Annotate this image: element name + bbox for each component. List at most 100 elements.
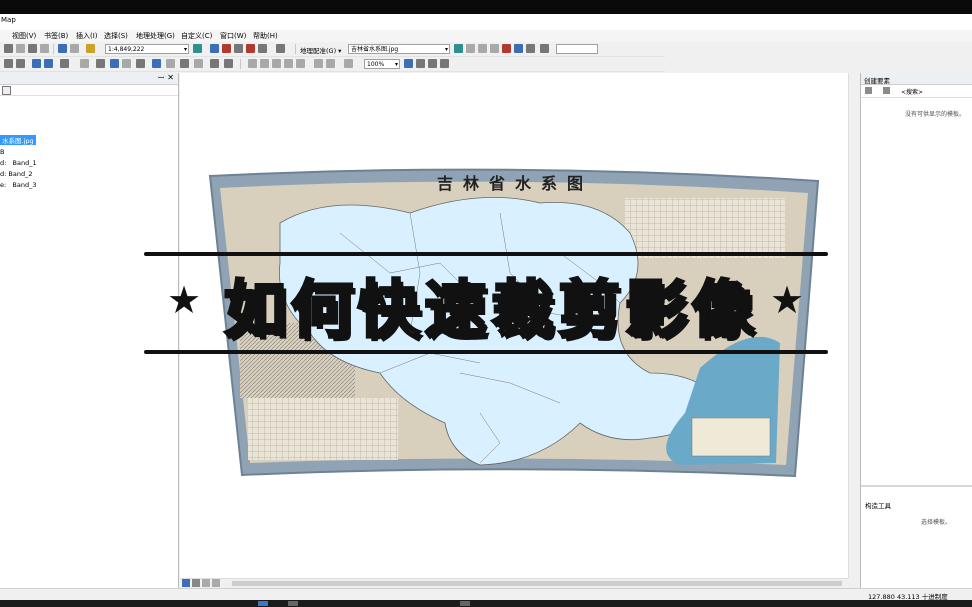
- change-layout-icon[interactable]: [428, 59, 437, 68]
- undo-icon[interactable]: [58, 44, 67, 53]
- search-window-icon[interactable]: [246, 44, 255, 53]
- back-arrow-icon[interactable]: [32, 59, 41, 68]
- right-panel-title: 创建要素: [864, 77, 890, 85]
- refresh-icon[interactable]: [540, 44, 549, 53]
- scale-value: 1:4,849,222: [108, 46, 145, 53]
- search-templates-input[interactable]: <搜索>: [901, 87, 923, 96]
- standard-toolbar: 1:4,849,222 ▾ 地理配准(G) ▾ 吉林省水系图.jpg ▾: [0, 42, 665, 57]
- zoom-whole-page-icon[interactable]: [284, 59, 293, 68]
- toc-layer-selected[interactable]: 水系图.jpg: [0, 135, 36, 145]
- menu-insert[interactable]: 插入(I): [76, 30, 98, 42]
- fixed-zoom-in-icon[interactable]: [314, 59, 323, 68]
- layout-pan-icon[interactable]: [272, 59, 281, 68]
- identify-icon[interactable]: [110, 59, 119, 68]
- layout-zoom-out-icon[interactable]: [260, 59, 269, 68]
- scale-combo[interactable]: 1:4,849,222 ▾: [105, 44, 189, 54]
- zoom-percent-value: 100%: [367, 61, 385, 68]
- map-view[interactable]: 吉林省水系图 ★ ★ 如 何 快 速 裁 剪 影 像: [144, 73, 858, 578]
- catalog-icon[interactable]: [210, 44, 219, 53]
- menu-view[interactable]: 视图(V): [12, 30, 36, 42]
- menu-geoprocessing[interactable]: 地理处理(G): [136, 30, 175, 42]
- hyperlink-icon[interactable]: [122, 59, 131, 68]
- find-icon[interactable]: [166, 59, 175, 68]
- add-control-points-icon[interactable]: [490, 44, 499, 53]
- rotate-icon[interactable]: [454, 44, 463, 53]
- layout-view-icon[interactable]: [192, 579, 200, 587]
- layer-combo[interactable]: 吉林省水系图.jpg ▾: [348, 44, 450, 54]
- zoom-100-icon[interactable]: [296, 59, 305, 68]
- star-icon: ★: [167, 278, 202, 322]
- banner-line-top: [144, 252, 828, 256]
- create-features-panel: 创建要素 <搜索> 没有可供显示的模板。 构造工具 选择模板。: [860, 73, 972, 588]
- menu-help[interactable]: 帮助(H): [253, 30, 278, 42]
- create-viewer-icon[interactable]: [224, 59, 233, 68]
- panel-splitter[interactable]: [861, 485, 972, 487]
- python-icon[interactable]: [234, 44, 243, 53]
- new-icon[interactable]: [4, 44, 13, 53]
- data-view-icon[interactable]: [182, 579, 190, 587]
- title-bar: Map: [0, 14, 972, 30]
- georef-menu[interactable]: 地理配准(G) ▾: [300, 45, 341, 55]
- find-route-icon[interactable]: [180, 59, 189, 68]
- zoom-percent-combo[interactable]: 100% ▾: [364, 59, 400, 69]
- auto-registration-icon[interactable]: [478, 44, 487, 53]
- fixed-zoom-icon[interactable]: [16, 59, 25, 68]
- map-grid-region: [248, 398, 398, 460]
- forward-arrow-icon[interactable]: [44, 59, 53, 68]
- select-features-icon[interactable]: [60, 59, 69, 68]
- menu-selection[interactable]: 选择(S): [104, 30, 128, 42]
- measure-icon[interactable]: [152, 59, 161, 68]
- shift-icon[interactable]: [466, 44, 475, 53]
- toc-band-1: d: Band_1: [0, 159, 37, 167]
- close-icon[interactable]: ✕: [167, 73, 174, 82]
- focus-frame-icon[interactable]: [416, 59, 425, 68]
- add-data-icon[interactable]: [86, 44, 95, 53]
- banner-line-bottom: [144, 350, 828, 354]
- previous-extent-icon[interactable]: [344, 59, 353, 68]
- modelbuilder-icon[interactable]: [258, 44, 267, 53]
- map-vertical-scrollbar[interactable]: [848, 73, 859, 578]
- scroll-thumb[interactable]: [232, 581, 842, 586]
- pin-icon[interactable]: ꟷ: [158, 74, 164, 83]
- clear-selection-icon[interactable]: [80, 59, 89, 68]
- link-table-icon[interactable]: [502, 44, 511, 53]
- go-to-xy-icon[interactable]: [194, 59, 203, 68]
- taskbar-app-icon[interactable]: [288, 601, 298, 606]
- taskbar-app-icon[interactable]: [258, 601, 268, 606]
- layout-zoom-in-icon[interactable]: [248, 59, 257, 68]
- chevron-down-icon: ▾: [394, 61, 398, 68]
- toggle-draft-icon[interactable]: [404, 59, 413, 68]
- toc-header: ꟷ ✕: [0, 73, 178, 85]
- list-by-drawing-order-icon[interactable]: [2, 86, 11, 95]
- cut-icon[interactable]: [16, 44, 25, 53]
- delete-icon[interactable]: [40, 44, 49, 53]
- time-slider-icon[interactable]: [210, 59, 219, 68]
- transparency-input[interactable]: [556, 44, 598, 54]
- chevron-down-icon: ▾: [183, 46, 187, 53]
- html-popup-icon[interactable]: [136, 59, 145, 68]
- menu-customize[interactable]: 自定义(C): [181, 30, 212, 42]
- data-driven-pages-icon[interactable]: [440, 59, 449, 68]
- pause-draw-icon[interactable]: [212, 579, 220, 587]
- menu-windows[interactable]: 窗口(W): [220, 30, 246, 42]
- map-grid-region-2: [625, 198, 785, 258]
- update-display-icon[interactable]: [526, 44, 535, 53]
- redo-icon[interactable]: [70, 44, 79, 53]
- layer-value: 吉林省水系图.jpg: [351, 46, 399, 53]
- select-elements-icon[interactable]: [96, 59, 105, 68]
- taskbar-app-icon[interactable]: [460, 601, 470, 606]
- banner-char: 裁: [490, 272, 555, 348]
- full-extent-icon[interactable]: [4, 59, 13, 68]
- refresh-view-icon[interactable]: [202, 579, 210, 587]
- fixed-zoom-out-icon[interactable]: [326, 59, 335, 68]
- toolbox-icon[interactable]: [222, 44, 231, 53]
- filter-icon[interactable]: [883, 87, 890, 94]
- viewer-icon[interactable]: [514, 44, 523, 53]
- toc-layer-label: 水系图.jpg: [2, 137, 34, 145]
- help-tool-icon[interactable]: [276, 44, 285, 53]
- organize-templates-icon[interactable]: [865, 87, 872, 94]
- menu-bookmarks[interactable]: 书签(B): [44, 30, 68, 42]
- editor-icon[interactable]: [193, 44, 202, 53]
- banner-char: 快: [356, 272, 421, 348]
- paste-icon[interactable]: [28, 44, 37, 53]
